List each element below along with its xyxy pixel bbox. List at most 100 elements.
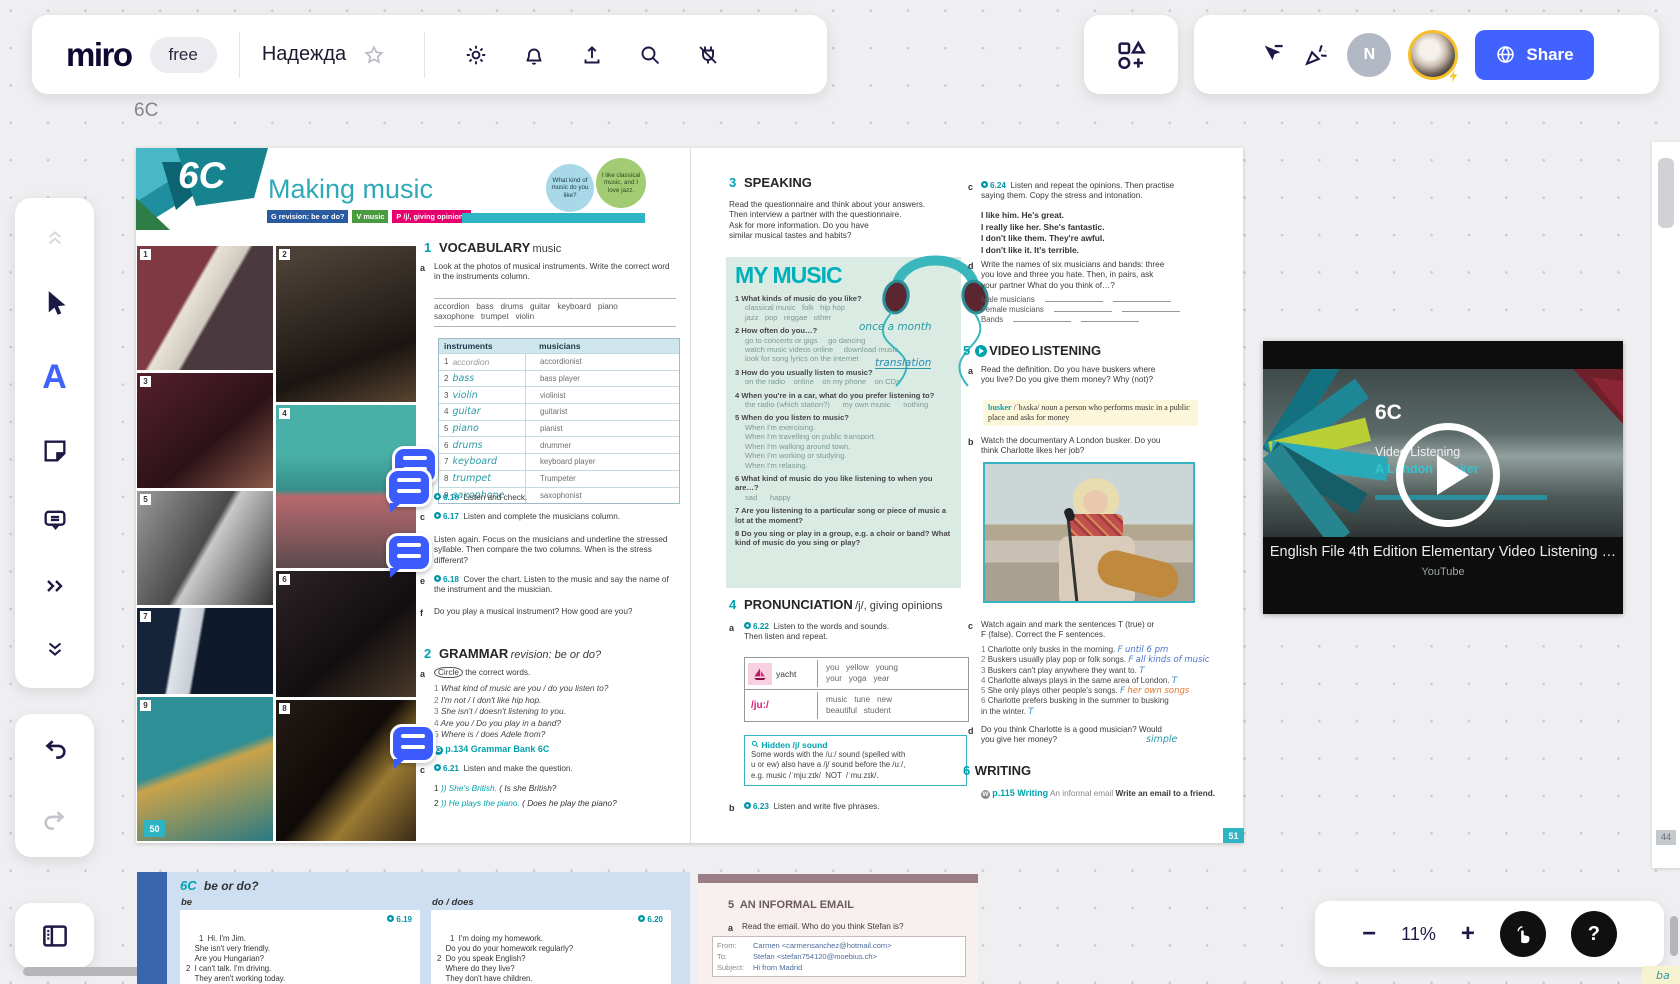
unit-number: 6C: [178, 155, 226, 196]
video-source[interactable]: YouTube: [1263, 566, 1623, 577]
shapes-panel-button[interactable]: [1084, 15, 1178, 94]
vocab-heading: VOCABULARY music: [439, 240, 562, 255]
adjacent-page-sliver[interactable]: 44: [1652, 142, 1680, 868]
questionnaire-item: 8 Do you sing or play in a group, e.g. a…: [735, 528, 951, 548]
vocab-row: 6 drums drummer: [439, 436, 679, 454]
handwriting-once-a-month: once a month: [859, 321, 932, 333]
tf-item: 4 Charlotte always plays in the same are…: [981, 675, 1178, 686]
help-button[interactable]: ?: [1570, 911, 1617, 957]
tf-item: 2 Buskers usually play pop or folk songs…: [981, 655, 1210, 666]
grammar-heading: GRAMMAR revision: be or do?: [439, 646, 602, 661]
write-names-task: Write the names of six musicians and ban…: [981, 260, 1165, 290]
word-bank: accordion bass drums guitar keyboard pia…: [434, 298, 676, 327]
pron-table: yacht you yellow young your yoga year /j…: [744, 657, 969, 722]
frames-panel-button[interactable]: [15, 903, 94, 968]
speech-bubble-question: What kind of music do you like?: [546, 164, 594, 212]
board-name[interactable]: Надежда: [262, 43, 346, 66]
vocab-row: 4 guitar guitarist: [439, 403, 679, 420]
reactions-party-icon[interactable]: [1303, 41, 1330, 68]
textbook-spread[interactable]: 6C Making music G revision: be or do? V m…: [136, 148, 1244, 843]
zoom-level[interactable]: 11%: [1401, 924, 1436, 945]
plan-badge[interactable]: free: [149, 36, 217, 73]
video-play-button[interactable]: [1396, 423, 1500, 527]
settings-gear-icon[interactable]: [464, 43, 488, 67]
task-623: 6.23 Listen and write five phrases.: [744, 802, 880, 812]
pron-heading: PRONUNCIATION /j/, giving opinions: [744, 597, 943, 612]
photo-drums: 6: [276, 571, 416, 697]
more-tools-icon[interactable]: [43, 574, 67, 598]
email-task-a: Read the email. Who do you think Stefan …: [742, 922, 904, 931]
export-upload-icon[interactable]: [580, 43, 604, 67]
globe-icon: [1497, 46, 1515, 63]
comment-thread[interactable]: [390, 724, 436, 763]
unit-title: Making music: [268, 174, 434, 204]
collapse-toolbar-icon[interactable]: [44, 226, 66, 248]
page-badge-44: 44: [1656, 830, 1676, 845]
tf-item: 1 Charlotte only busks in the morning. F…: [981, 645, 1169, 655]
email-box: From: Carmen <carmensanchez@hotmail.com> T…: [712, 936, 966, 977]
writing-heading: 6 WRITING: [963, 763, 1032, 778]
sticky-corner[interactable]: ba: [1642, 966, 1680, 984]
hidden-sound-title: Hidden /j/ sound: [751, 740, 960, 750]
task-e: 6.18 Cover the chart. Listen to the musi…: [434, 575, 672, 595]
writing-page[interactable]: 5 AN INFORMAL EMAIL a Read the email. Wh…: [698, 874, 978, 984]
page-number: 51: [1223, 828, 1244, 843]
plugins-disconnected-icon[interactable]: [696, 43, 720, 67]
comment-thread[interactable]: [386, 533, 432, 572]
page-51: 3 SPEAKING Read the questionnaire and th…: [690, 148, 1244, 843]
favorite-star-icon[interactable]: [363, 44, 385, 66]
grammar-bank-page[interactable]: 6C be or do? be 6.19 1 Hi. I'm Jim. She …: [137, 872, 690, 984]
expand-more-icon[interactable]: [44, 638, 66, 660]
youtube-embed[interactable]: 6C Video Listening A London Busker Engli…: [1263, 341, 1623, 614]
miro-app: miro free Надежда N Share A − 11% + ? ba…: [0, 0, 1680, 984]
vertical-scrollbar[interactable]: [1670, 916, 1678, 956]
sticky-note-tool[interactable]: [41, 437, 69, 465]
questionnaire-item: 3 How do you usually listen to music? on…: [735, 367, 900, 387]
search-icon[interactable]: [638, 43, 662, 67]
tf-item: 5 She only plays other people's songs. F…: [981, 686, 1190, 697]
tf-item: 6 Charlotte prefers busking in the summe…: [981, 696, 1169, 717]
busker-task-b: Watch the documentary A London busker. D…: [981, 436, 1161, 456]
text-tool-active[interactable]: A: [42, 358, 67, 397]
handwriting-translation: translation: [875, 357, 932, 370]
comment-thread[interactable]: [386, 468, 432, 507]
user-avatar[interactable]: [1408, 29, 1459, 83]
collaborator-avatar-n[interactable]: N: [1347, 32, 1392, 77]
zoom-in-button[interactable]: +: [1461, 920, 1475, 948]
busker-photo: [983, 462, 1195, 603]
pron-instruction: 6.22 Listen to the words and sounds. The…: [744, 622, 890, 642]
miro-logo[interactable]: miro: [66, 36, 133, 74]
writing-page-bar: [698, 874, 978, 883]
email-section-heading: 5 AN INFORMAL EMAIL: [728, 899, 854, 911]
share-button[interactable]: Share: [1475, 29, 1594, 80]
handwriting-simple: simple: [1146, 734, 1178, 745]
notifications-bell-icon[interactable]: [522, 43, 546, 67]
photo-violin: 3: [137, 373, 273, 488]
opinions-instruction: 6.24 Listen and repeat the opinions. The…: [981, 181, 1175, 201]
gestures-button[interactable]: [1499, 911, 1546, 957]
zoom-out-button[interactable]: −: [1362, 920, 1376, 948]
email-header-row: From: Carmen <carmensanchez@hotmail.com>: [717, 941, 892, 950]
redo-button[interactable]: [41, 807, 69, 835]
hide-cursors-icon[interactable]: [1259, 41, 1286, 68]
questionnaire-item: 6 What kind of music do you like listeni…: [735, 473, 933, 502]
task-b: 6.16 Listen and check.: [434, 493, 527, 503]
divider: [238, 31, 240, 78]
history-bar: [15, 714, 94, 857]
photo-bass: 2: [276, 246, 416, 402]
header-bar: [462, 213, 645, 223]
photo-trumpet: 8: [276, 700, 416, 841]
comment-tool[interactable]: [41, 506, 69, 534]
photo-keyboard: 7: [137, 608, 273, 694]
frame-title[interactable]: 6C: [134, 100, 158, 122]
grammar-examples: 1 )) She's British. ( Is she British? 2 )…: [434, 783, 617, 808]
video-listening-heading: 5 VIDEO LISTENING: [963, 343, 1102, 358]
vocab-row: 3 violin violinist: [439, 386, 679, 404]
writing-ref: W p.115 Writing An informal email Write …: [981, 788, 1215, 799]
task-f: Do you play a musical instrument? How go…: [434, 607, 633, 616]
opinion-lines: I like him. He's great. I really like her…: [981, 210, 1105, 255]
undo-button[interactable]: [41, 736, 69, 764]
gbank-do-column: 6.20 1 I'm doing my homework. Do you do …: [431, 910, 671, 984]
headphones-image: [881, 255, 989, 387]
select-tool[interactable]: [40, 288, 70, 318]
